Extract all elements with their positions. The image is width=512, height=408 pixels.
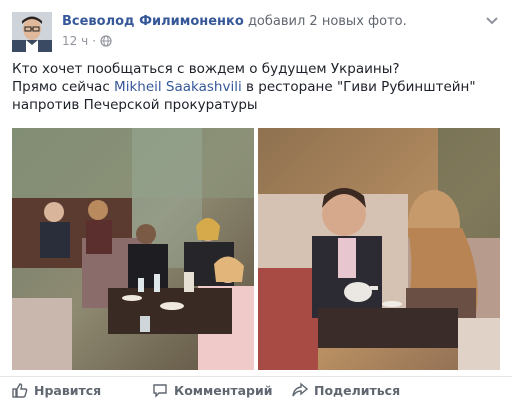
post-text-line-2: Прямо сейчас Mikheil Saakashvili в ресто… [12,78,502,96]
chevron-down-icon[interactable] [484,12,500,28]
post-text-line-2-suffix: в ресторане "Гиви Рубинштейн" [241,79,476,95]
post-action-text: добавил 2 новых фото. [247,14,407,29]
avatar[interactable] [12,12,52,52]
like-label: Нравится [34,382,102,398]
comment-icon [153,384,167,398]
comment-label: Комментарий [174,382,273,398]
meta-separator: · [92,34,97,48]
like-button[interactable]: Нравится [12,382,101,398]
thumbs-up-icon [12,383,28,398]
post-action-bar: Нравится Комментарий Поделиться [0,376,512,404]
post-text: Кто хочет пообщаться с вождем о будущем … [12,60,502,114]
photo-grid [12,128,500,370]
facebook-post: Всеволод Филимоненко добавил 2 новых фот… [0,0,512,408]
post-text-line-2-prefix: Прямо сейчас [12,79,115,95]
photo-2[interactable] [258,128,500,370]
globe-icon [100,35,112,47]
photo-1[interactable] [12,128,254,370]
share-label: Поделиться [314,382,401,398]
post-timestamp[interactable]: 12 ч [62,34,88,48]
post-text-line-1: Кто хочет пообщаться с вождем о будущем … [12,61,400,77]
avatar-icon [12,12,52,52]
share-button[interactable]: Поделиться [292,382,400,398]
post-header: Всеволод Филимоненко добавил 2 новых фот… [62,14,407,29]
comment-button[interactable]: Комментарий [152,382,273,398]
mention-link[interactable]: Mikheil Saakashvili [114,79,242,95]
share-icon [292,382,308,397]
post-meta: 12 ч · [62,34,112,48]
author-name[interactable]: Всеволод Филимоненко [62,14,244,29]
post-text-line-3: напротив Печерской прокуратуры [12,97,258,113]
